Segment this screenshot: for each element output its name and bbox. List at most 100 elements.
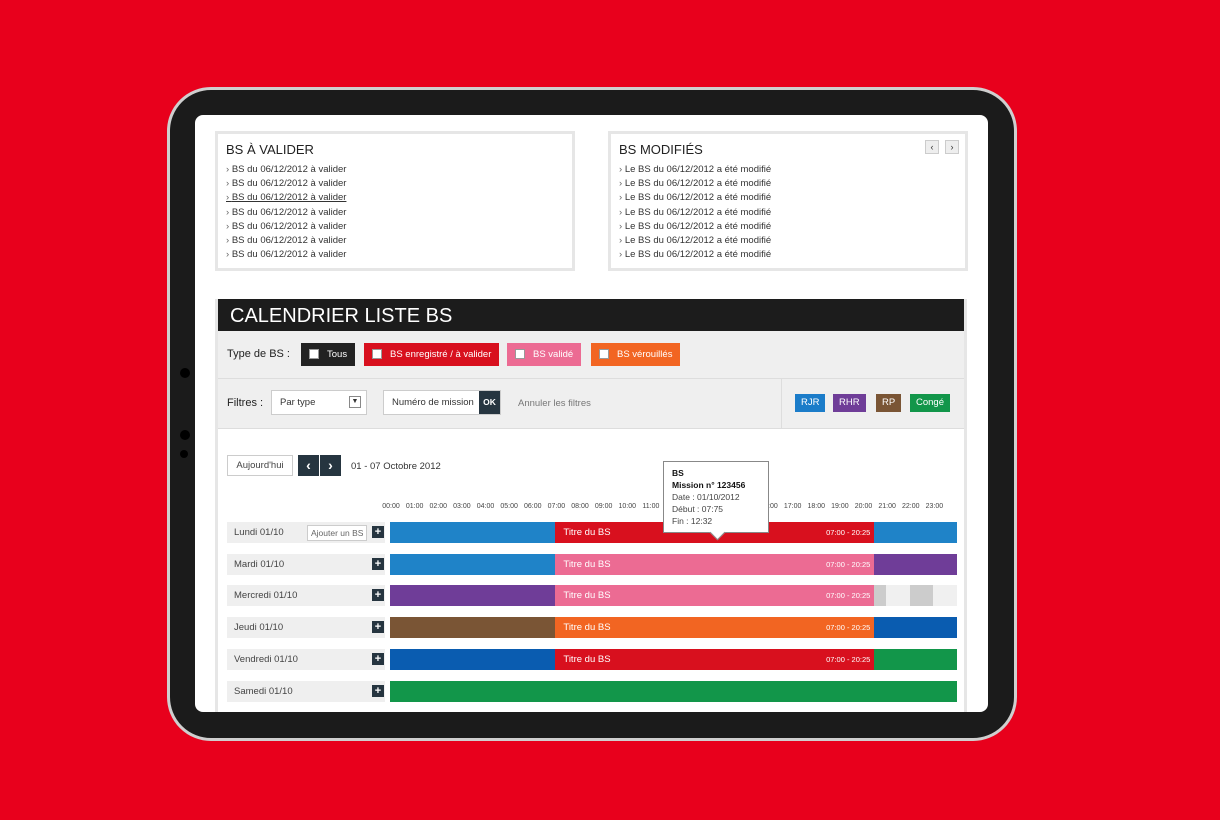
list-item[interactable]: BS du 06/12/2012 à valider [226, 191, 564, 205]
hour-label: 07:00 [547, 503, 566, 510]
hour-label: 00:00 [382, 503, 400, 510]
tooltip-end: Fin : 12:32 [672, 516, 713, 526]
add-bs-button[interactable]: + [372, 557, 384, 570]
date-range: 01 - 07 Octobre 2012 [351, 461, 441, 472]
bs-title: Titre du BS [563, 590, 611, 602]
hour-label: 11:00 [642, 503, 660, 510]
calendar-title: CALENDRIER LISTE BS [218, 299, 964, 331]
add-bs-button[interactable]: + [372, 526, 384, 538]
add-bs-button[interactable]: + [372, 684, 384, 697]
bs-title: Titre du BS [563, 653, 611, 665]
list-item[interactable]: BS du 06/12/2012 à valider [226, 234, 564, 248]
bs-to-validate-panel: BS À VALIDER BS du 06/12/2012 à validerB… [215, 131, 575, 271]
type-toggle-3[interactable]: BS vérouillés [591, 343, 681, 366]
hour-label: 06:00 [523, 503, 542, 510]
type-label: Tous [327, 349, 348, 360]
schedule-segment [390, 522, 556, 543]
schedule-segment [874, 617, 957, 639]
hour-label: 18:00 [807, 503, 826, 510]
today-button[interactable]: Aujourd'hui [227, 455, 293, 476]
mission-input[interactable]: Numéro de mission OK [383, 390, 501, 415]
add-bs-tooltip: Ajouter un BS [307, 525, 368, 541]
list-item[interactable]: Le BS du 06/12/2012 a été modifié [619, 191, 957, 205]
list-item[interactable]: Le BS du 06/12/2012 a été modifié [619, 234, 957, 248]
hour-label: 21:00 [878, 503, 896, 510]
screen: BS À VALIDER BS du 06/12/2012 à validerB… [195, 115, 988, 712]
schedule-segment [390, 617, 556, 639]
hour-label: 08:00 [571, 503, 589, 510]
add-bs-button[interactable]: + [372, 652, 384, 665]
type-toggle-1[interactable]: BS enregistré / à valider [364, 343, 500, 366]
bs-bar[interactable]: Titre du BS 07:00 - 20:25 [555, 648, 875, 670]
panel-title: BS MODIFIÉS [619, 142, 703, 157]
tooltip-mission: Mission n° 123456 [672, 480, 746, 490]
panel-title: BS À VALIDER [226, 142, 314, 157]
camera-dot [180, 450, 188, 458]
checkbox[interactable] [599, 349, 609, 359]
legend-rhr[interactable]: RHR [833, 394, 866, 412]
hour-label: 01:00 [405, 503, 424, 510]
list-item[interactable]: BS du 06/12/2012 à valider [226, 177, 564, 191]
hour-label: 10:00 [618, 503, 637, 510]
list-item[interactable]: Le BS du 06/12/2012 a été modifié [619, 177, 957, 191]
next-week-button[interactable]: › [320, 455, 341, 476]
hour-label: 23:00 [925, 503, 944, 510]
type-label: BS vérouillés [617, 349, 673, 360]
type-select[interactable]: Par type ▼ [271, 390, 367, 415]
list-item[interactable]: Le BS du 06/12/2012 a été modifié [619, 220, 957, 234]
legend-rp[interactable]: RP [876, 394, 902, 412]
prev-week-button[interactable]: ‹ [298, 455, 319, 476]
schedule-segment [874, 585, 887, 607]
day-timeline: Titre du BS 07:00 - 20:25 [390, 553, 957, 575]
hour-label: 17:00 [783, 503, 802, 510]
bs-bar[interactable]: Titre du BS 07:00 - 20:25 [555, 553, 875, 575]
bs-title: Titre du BS [563, 622, 611, 634]
chevron-down-icon: ▼ [349, 396, 361, 408]
add-bs-button[interactable]: + [372, 589, 384, 602]
day-label: Samedi 01/10 [227, 680, 385, 702]
bs-time: 07:00 - 20:25 [826, 654, 871, 664]
bs-modified-panel: BS MODIFIÉS ‹ › Le BS du 06/12/2012 a été… [608, 131, 968, 271]
filters-label: Filtres : [227, 397, 264, 409]
cancel-filters-link[interactable]: Annuler les filtres [518, 398, 591, 409]
legend-rjr[interactable]: RJR [795, 394, 826, 412]
hour-label: 05:00 [500, 503, 518, 510]
list-item[interactable]: BS du 06/12/2012 à valider [226, 163, 564, 177]
hour-label: 22:00 [901, 503, 920, 510]
hour-label: 03:00 [453, 503, 471, 510]
type-select-value: Par type [280, 397, 316, 408]
list-item[interactable]: Le BS du 06/12/2012 a été modifié [619, 163, 957, 177]
bs-bar[interactable]: Titre du BS 07:00 - 20:25 [555, 585, 875, 607]
add-bs-button[interactable]: + [372, 621, 384, 634]
tooltip-start: Début : 07:75 [672, 504, 724, 514]
legend-congé[interactable]: Congé [910, 394, 950, 412]
list-item[interactable]: BS du 06/12/2012 à valider [226, 206, 564, 220]
prev-button[interactable]: ‹ [925, 140, 939, 154]
bs-bar[interactable]: Titre du BS 07:00 - 20:25 [555, 617, 875, 639]
type-label: BS enregistré / à valider [390, 349, 492, 360]
list-item[interactable]: Le BS du 06/12/2012 a été modifié [619, 206, 957, 220]
next-button[interactable]: › [945, 140, 959, 154]
hour-label: 02:00 [429, 503, 448, 510]
ok-button[interactable]: OK [479, 391, 500, 414]
checkbox[interactable] [309, 349, 319, 359]
list-item[interactable]: BS du 06/12/2012 à valider [226, 220, 564, 234]
schedule-segment [874, 522, 957, 543]
checkbox[interactable] [372, 349, 382, 359]
type-label: BS validé [533, 349, 574, 360]
bs-time: 07:00 - 20:25 [826, 528, 871, 537]
bs-title: Titre du BS [563, 558, 611, 570]
schedule-segment [390, 680, 957, 702]
schedule-segment [390, 553, 556, 575]
type-toggle-0[interactable]: Tous [301, 343, 356, 366]
list-item[interactable]: BS du 06/12/2012 à valider [226, 248, 564, 262]
list-item[interactable]: Le BS du 06/12/2012 a été modifié [619, 248, 957, 262]
hour-label: 04:00 [476, 503, 495, 510]
day-label: Mercredi 01/10 [227, 585, 385, 607]
hour-label: 19:00 [831, 503, 849, 510]
day-label: Mardi 01/10 [227, 553, 385, 575]
tooltip-title: BS [672, 468, 684, 478]
type-toggle-2[interactable]: BS validé [507, 343, 582, 366]
day-timeline: Titre du BS 07:00 - 20:25 [390, 617, 957, 639]
checkbox[interactable] [515, 349, 525, 359]
